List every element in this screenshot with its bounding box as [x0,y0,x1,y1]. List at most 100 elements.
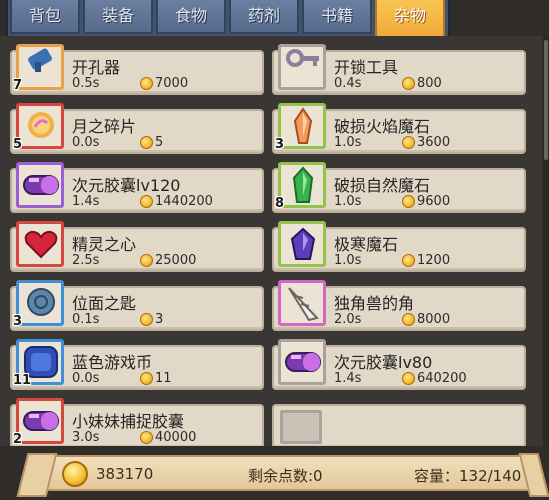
item-icon-frame [278,339,326,385]
item-icon-frame: 7 [13,44,64,93]
item-price: 25000 [140,253,196,268]
coin-icon [140,136,153,149]
scrollbar[interactable] [543,36,549,446]
item-use-time: 3.0s [72,430,100,445]
item-name: 独角兽的角 [334,294,415,313]
item-price-value: 640200 [417,371,467,386]
tab-equipment[interactable]: 装备 [83,0,153,34]
item-slot[interactable]: 极寒魔石 1.0s 1200 [272,221,526,272]
item-price: 640200 [402,371,467,386]
coin-icon [402,77,415,90]
tab-food[interactable]: 食物 [156,0,226,34]
capacity: 容量：132/140 [414,467,522,485]
item-count: 3 [13,314,23,329]
item-use-time: 0.5s [72,76,100,91]
item-price: 8000 [402,312,450,327]
item-price-value: 25000 [155,253,197,268]
empty-slot-icon [280,410,322,444]
coin-icon [140,313,153,326]
item-use-time: 1.0s [334,135,362,150]
coin-icon [140,254,153,267]
item-slot[interactable]: 3 破损火焰魔石 1.0s 3600 [272,103,526,154]
item-price: 7000 [140,76,188,91]
item-icon-frame [16,162,64,208]
item-use-time: 1.0s [334,194,362,209]
item-price-value: 40000 [155,430,197,445]
gold-coin-icon [62,461,88,487]
item-slot[interactable]: 8 破损自然魔石 1.0s 9600 [272,162,526,213]
tab-books[interactable]: 书籍 [302,0,372,34]
item-icon-frame: 8 [275,162,326,211]
item-count: 11 [13,373,32,388]
item-use-time: 1.4s [72,194,100,209]
item-price-value: 5 [155,135,164,150]
item-icon-frame [278,221,326,267]
item-name: 蓝色游戏币 [72,353,153,372]
item-icon-frame: 3 [13,280,64,329]
empty-item-slot[interactable] [272,404,526,446]
item-price-value: 8000 [417,312,451,327]
item-name: 次元胶囊lv80 [334,353,433,372]
item-count: 7 [13,78,23,93]
item-price: 40000 [140,430,196,445]
coin-icon [402,254,415,267]
coin-icon [140,195,153,208]
item-price: 1440200 [140,194,213,209]
item-price-value: 3600 [417,135,451,150]
item-slot[interactable]: 次元胶囊lv120 1.4s 1440200 [10,162,264,213]
item-icon-frame: 11 [13,339,64,388]
item-slot[interactable]: 11 蓝色游戏币 0.0s 11 [10,339,264,390]
item-price-value: 7000 [155,76,189,91]
item-name: 月之碎片 [72,117,137,136]
item-icon-frame: 5 [13,103,64,152]
item-name: 开锁工具 [334,58,399,77]
item-name: 次元胶囊lv120 [72,176,181,195]
item-count: 5 [13,137,23,152]
item-name: 小妹妹捕捉胶囊 [72,412,185,431]
item-slot[interactable]: 2 小妹妹捕捉胶囊 3.0s 40000 [10,398,264,446]
item-price: 3 [140,312,163,327]
item-price: 800 [402,76,442,91]
tab-backpack[interactable]: 背包 [10,0,80,34]
item-icon-frame [278,280,326,326]
item-price-value: 1200 [417,253,451,268]
item-use-time: 0.0s [72,371,100,386]
coin-icon [140,431,153,444]
item-count: 3 [275,137,285,152]
item-price: 1200 [402,253,450,268]
item-name: 破损火焰魔石 [334,117,431,136]
coin-icon [140,77,153,90]
item-name: 精灵之心 [72,235,137,254]
item-price: 9600 [402,194,450,209]
item-use-time: 0.4s [334,76,362,91]
item-price: 5 [140,135,163,150]
item-icon-frame [278,44,326,90]
item-count: 8 [275,196,285,211]
item-slot[interactable]: 次元胶囊lv80 1.4s 640200 [272,339,526,390]
item-price-value: 800 [417,76,442,91]
coin-icon [402,136,415,149]
item-use-time: 0.0s [72,135,100,150]
item-list: 7 开孔器 0.5s 7000 开锁工具 0.4s 800 5 月之碎片 0.0s 5 3 破损火焰魔石… [0,36,549,446]
coin-icon [402,313,415,326]
scrollbar-thumb[interactable] [544,40,548,160]
item-name: 位面之匙 [72,294,137,313]
tab-potion[interactable]: 药剂 [229,0,299,34]
item-icon-frame: 2 [13,398,64,446]
footer-left-cap [16,453,58,497]
remaining-points: 剩余点数:0 [248,467,323,485]
footer-right-cap [518,453,549,497]
item-slot[interactable]: 5 月之碎片 0.0s 5 [10,103,264,154]
item-use-time: 1.0s [334,253,362,268]
item-slot[interactable]: 7 开孔器 0.5s 7000 [10,44,264,95]
item-name: 极寒魔石 [334,235,399,254]
item-slot[interactable]: 独角兽的角 2.0s 8000 [272,280,526,331]
coin-icon [402,195,415,208]
tab-misc[interactable]: 杂物 [375,0,445,38]
inventory-footer: 383170 剩余点数:0 容量：132/140 [16,453,549,497]
item-slot[interactable]: 开锁工具 0.4s 800 [272,44,526,95]
item-slot[interactable]: 3 位面之匙 0.1s 3 [10,280,264,331]
item-price-value: 3 [155,312,164,327]
item-use-time: 0.1s [72,312,100,327]
item-slot[interactable]: 精灵之心 2.5s 25000 [10,221,264,272]
